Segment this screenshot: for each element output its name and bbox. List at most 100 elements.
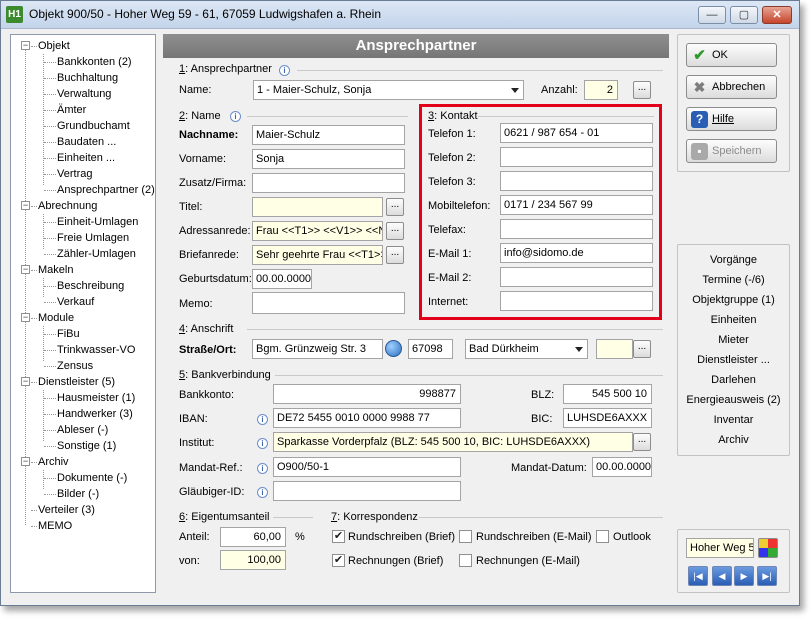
tree-node[interactable]: Trinkwasser-VO bbox=[57, 343, 135, 357]
info-icon[interactable]: i bbox=[230, 111, 241, 122]
memo-field[interactable] bbox=[252, 292, 405, 314]
von-field[interactable]: 100,00 bbox=[220, 550, 286, 570]
tree-node[interactable]: Grundbuchamt bbox=[57, 119, 130, 133]
info-icon[interactable]: i bbox=[257, 463, 268, 474]
tree-node[interactable]: Archiv bbox=[38, 455, 69, 469]
blz-field[interactable]: 545 500 10 bbox=[563, 384, 652, 404]
side-link[interactable]: Objektgruppe (1) bbox=[677, 294, 790, 306]
side-link[interactable]: Dienstleister ... bbox=[677, 354, 790, 366]
nachname-field[interactable]: Maier-Schulz bbox=[252, 125, 405, 145]
tree-node[interactable]: Baudaten ... bbox=[57, 135, 116, 149]
tree-node[interactable]: Abrechnung bbox=[38, 199, 97, 213]
iban-field[interactable]: DE72 5455 0010 0000 9988 77 bbox=[273, 408, 461, 428]
tree-node[interactable]: Module bbox=[38, 311, 74, 325]
tree-node[interactable]: Dokumente (-) bbox=[57, 471, 127, 485]
tree-node[interactable]: Dienstleister (5) bbox=[38, 375, 115, 389]
help-button[interactable]: ? Hilfe bbox=[686, 107, 777, 131]
next-record-button[interactable]: ▶ bbox=[734, 566, 754, 586]
ansprechpartner-more-button[interactable]: ... bbox=[633, 81, 651, 99]
anschrift-extra-field[interactable] bbox=[596, 339, 633, 359]
tree-node[interactable]: Bilder (-) bbox=[57, 487, 99, 501]
tree-collapse-icon[interactable]: − bbox=[21, 313, 30, 322]
info-icon[interactable]: i bbox=[257, 438, 268, 449]
side-link[interactable]: Inventar bbox=[677, 414, 790, 426]
tree-node[interactable]: FiBu bbox=[57, 327, 80, 341]
tree-node[interactable]: Freie Umlagen bbox=[57, 231, 129, 245]
tree-node[interactable]: Buchhaltung bbox=[57, 71, 118, 85]
globe-icon[interactable] bbox=[385, 340, 402, 357]
color-palette-icon[interactable] bbox=[758, 538, 778, 558]
mandat-datum-field[interactable]: 00.00.0000 bbox=[592, 457, 652, 477]
side-link[interactable]: Archiv bbox=[677, 434, 790, 446]
tree-collapse-icon[interactable]: − bbox=[21, 41, 30, 50]
close-button[interactable]: ✕ bbox=[762, 6, 792, 24]
tree-node[interactable]: Ableser (-) bbox=[57, 423, 108, 437]
institut-more-button[interactable]: ... bbox=[633, 433, 651, 451]
briefanrede-more-button[interactable]: ... bbox=[386, 246, 404, 264]
side-link[interactable]: Darlehen bbox=[677, 374, 790, 386]
glaeubiger-id-field[interactable] bbox=[273, 481, 461, 501]
tree-node[interactable]: Objekt bbox=[38, 39, 70, 53]
ok-button[interactable]: ✔ OK bbox=[686, 43, 777, 67]
tree-node[interactable]: Ansprechpartner (2) bbox=[57, 183, 155, 197]
cancel-button[interactable]: ✖ Abbrechen bbox=[686, 75, 777, 99]
bankkonto-field[interactable]: 998877 bbox=[273, 384, 461, 404]
ansprechpartner-select[interactable]: 1 - Maier-Schulz, Sonja bbox=[253, 80, 524, 100]
tree-node[interactable]: Einheiten ... bbox=[57, 151, 115, 165]
tree-node[interactable]: MEMO bbox=[38, 519, 72, 533]
tree-node[interactable]: Beschreibung bbox=[57, 279, 124, 293]
rechnungen-email-checkbox[interactable] bbox=[459, 554, 472, 567]
bic-field[interactable]: LUHSDE6AXXX bbox=[563, 408, 652, 428]
side-link[interactable]: Vorgänge bbox=[677, 254, 790, 266]
tree-node[interactable]: Verteiler (3) bbox=[38, 503, 95, 517]
titel-field[interactable] bbox=[252, 197, 383, 217]
save-button[interactable]: ▪ Speichern bbox=[686, 139, 777, 163]
plz-field[interactable]: 67098 bbox=[408, 339, 453, 359]
tree-node[interactable]: Hausmeister (1) bbox=[57, 391, 135, 405]
anschrift-more-button[interactable]: ... bbox=[633, 340, 651, 358]
tree-collapse-icon[interactable]: − bbox=[21, 377, 30, 386]
strasse-field[interactable]: Bgm. Grünzweig Str. 3 bbox=[252, 339, 383, 359]
tree-node[interactable]: Vertrag bbox=[57, 167, 92, 181]
titel-more-button[interactable]: ... bbox=[386, 198, 404, 216]
previous-record-button[interactable]: ◀ bbox=[712, 566, 732, 586]
tree-node[interactable]: Handwerker (3) bbox=[57, 407, 133, 421]
info-icon[interactable]: i bbox=[257, 487, 268, 498]
title-bar[interactable]: H1 Objekt 900/50 - Hoher Weg 59 - 61, 67… bbox=[1, 1, 799, 29]
side-link[interactable]: Einheiten bbox=[677, 314, 790, 326]
anteil-field[interactable]: 60,00 bbox=[220, 527, 286, 547]
first-record-button[interactable]: |◀ bbox=[688, 566, 708, 586]
minimize-button[interactable]: — bbox=[698, 6, 726, 24]
rechnungen-brief-checkbox[interactable]: ✔ bbox=[332, 554, 345, 567]
tree-node[interactable]: Zähler-Umlagen bbox=[57, 247, 136, 261]
rundschreiben-brief-checkbox[interactable]: ✔ bbox=[332, 530, 345, 543]
geburtsdatum-field[interactable]: 00.00.0000 bbox=[252, 269, 312, 289]
tree-node[interactable]: Bankkonten (2) bbox=[57, 55, 132, 69]
outlook-checkbox[interactable] bbox=[596, 530, 609, 543]
tree-node[interactable]: Makeln bbox=[38, 263, 73, 277]
anzahl-field[interactable]: 2 bbox=[584, 80, 618, 100]
ort-select[interactable]: Bad Dürkheim bbox=[465, 339, 588, 359]
tree-node[interactable]: Ämter bbox=[57, 103, 86, 117]
rundschreiben-email-checkbox[interactable] bbox=[459, 530, 472, 543]
side-link[interactable]: Termine (-/6) bbox=[677, 274, 790, 286]
briefanrede-field[interactable]: Sehr geehrte Frau <<T1>> << bbox=[252, 245, 383, 265]
tree-node[interactable]: Verwaltung bbox=[57, 87, 111, 101]
app-icon[interactable]: H1 bbox=[6, 6, 23, 23]
tree-collapse-icon[interactable]: − bbox=[21, 265, 30, 274]
info-icon[interactable]: i bbox=[257, 414, 268, 425]
last-record-button[interactable]: ▶| bbox=[757, 566, 777, 586]
info-icon[interactable]: i bbox=[279, 65, 290, 76]
tree-collapse-icon[interactable]: − bbox=[21, 457, 30, 466]
tree-collapse-icon[interactable]: − bbox=[21, 201, 30, 210]
adressanrede-field[interactable]: Frau <<T1>> <<V1>> <<N1 bbox=[252, 221, 383, 241]
tree-node[interactable]: Einheit-Umlagen bbox=[57, 215, 138, 229]
vorname-field[interactable]: Sonja bbox=[252, 149, 405, 169]
institut-field[interactable]: Sparkasse Vorderpfalz (BLZ: 545 500 10, … bbox=[273, 432, 633, 452]
adressanrede-more-button[interactable]: ... bbox=[386, 222, 404, 240]
mandat-ref-field[interactable]: O900/50-1 bbox=[273, 457, 461, 477]
side-link[interactable]: Energieausweis (2) bbox=[677, 394, 790, 406]
navigation-tree[interactable]: − Objekt Bankkonten (2) Buchhaltung Verwaltu… bbox=[10, 34, 156, 593]
maximize-button[interactable]: ▢ bbox=[730, 6, 758, 24]
tree-node[interactable]: Zensus bbox=[57, 359, 93, 373]
